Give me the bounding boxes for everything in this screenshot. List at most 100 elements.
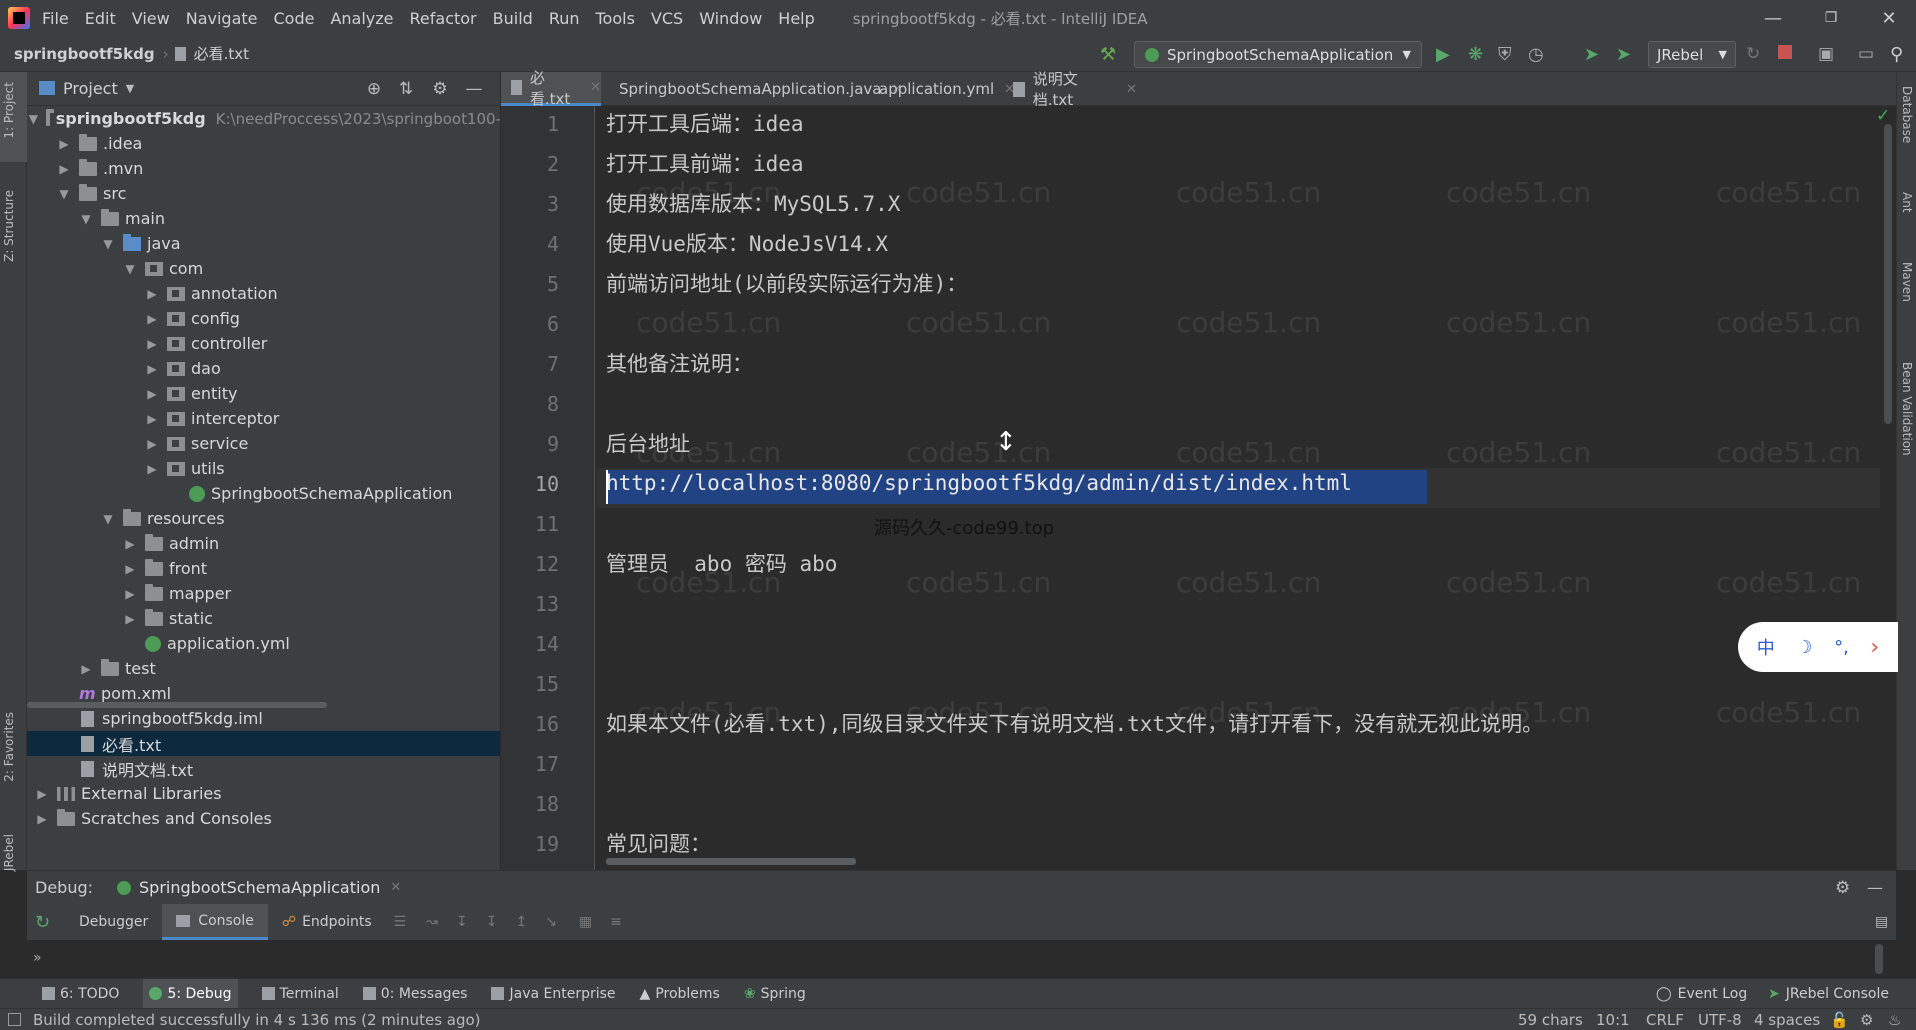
tree-item[interactable]: ▶ entity: [27, 381, 500, 406]
tree-item[interactable]: ▶ test: [27, 656, 500, 681]
menu-tools[interactable]: Tools: [596, 9, 635, 28]
gear-icon[interactable]: ⚙: [431, 80, 449, 98]
step-out-icon[interactable]: ↥: [515, 914, 527, 930]
collapsed-arrow-icon[interactable]: ▶: [35, 787, 49, 801]
tool-tab-project[interactable]: 1: Project: [2, 82, 16, 139]
locate-target-icon[interactable]: ⊕: [365, 80, 383, 98]
expanded-arrow-icon[interactable]: ▼: [57, 187, 71, 201]
tree-item[interactable]: ▼ java: [27, 231, 500, 256]
line-number[interactable]: 3: [501, 192, 559, 216]
run-to-cursor-icon[interactable]: ↘: [545, 914, 557, 930]
expanded-arrow-icon[interactable]: ▼: [101, 237, 115, 251]
close-tab-icon[interactable]: ✕: [1126, 82, 1137, 97]
tool-tab-problems[interactable]: ▲ Problems: [640, 986, 720, 1002]
editor-tab[interactable]: 说明文档.txt ✕: [1003, 70, 1137, 109]
debug-console-body[interactable]: »: [27, 940, 1896, 978]
tab-console[interactable]: Console: [162, 904, 268, 940]
collapsed-arrow-icon[interactable]: ▶: [145, 462, 159, 476]
menu-edit[interactable]: Edit: [85, 9, 116, 28]
line-number[interactable]: 14: [501, 632, 559, 656]
scrollbar-thumb[interactable]: [1884, 124, 1892, 424]
collapsed-arrow-icon[interactable]: ▶: [145, 387, 159, 401]
line-number[interactable]: 16: [501, 712, 559, 736]
collapsed-arrow-icon[interactable]: ▶: [123, 612, 137, 626]
collapsed-arrow-icon[interactable]: ▶: [123, 587, 137, 601]
line-number[interactable]: 9: [501, 432, 559, 456]
tool-tab-bean-validation[interactable]: Bean Validation: [1900, 362, 1914, 456]
breadcrumb-file[interactable]: 必看.txt: [194, 43, 249, 64]
editor-tab[interactable]: SpringbootSchemaApplication.java ✕: [601, 72, 902, 106]
line-number[interactable]: 6: [501, 312, 559, 336]
tree-item[interactable]: ▶ config: [27, 306, 500, 331]
line-number[interactable]: 19: [501, 832, 559, 856]
breadcrumb-project[interactable]: springbootf5kdg: [14, 45, 155, 63]
status-message[interactable]: Build completed successfully in 4 s 136 …: [33, 1011, 481, 1029]
trace-icon[interactable]: ≡: [610, 914, 622, 930]
layout-icon[interactable]: ▤: [1875, 914, 1888, 930]
line-number[interactable]: 5: [501, 272, 559, 296]
tab-debugger[interactable]: Debugger: [65, 904, 162, 940]
tree-item[interactable]: ▼ springbootf5kdg K:\needProccess\2023\spr…: [27, 106, 500, 131]
step-into-icon[interactable]: ↧: [486, 914, 498, 930]
status-caret-position[interactable]: 10:1: [1596, 1011, 1630, 1029]
presentation-icon[interactable]: ▭: [1858, 44, 1878, 64]
line-number[interactable]: 10: [501, 472, 559, 496]
jrebel-debug-icon[interactable]: ➤: [1616, 44, 1636, 65]
run-configuration-select[interactable]: SpringbootSchemaApplication ▼: [1134, 41, 1422, 68]
tool-tab-database[interactable]: Database: [1900, 86, 1914, 143]
menu-run[interactable]: Run: [549, 9, 580, 28]
tree-item[interactable]: ▶ Scratches and Consoles: [27, 806, 500, 831]
collapsed-arrow-icon[interactable]: ▶: [35, 812, 49, 826]
code-line[interactable]: 如果本文件(必看.txt),同级目录文件夹下有说明文档.txt文件，请打开看下，…: [606, 708, 1543, 738]
toggle-tool-windows-icon[interactable]: [8, 1013, 21, 1026]
tree-item[interactable]: SpringbootSchemaApplication: [27, 481, 500, 506]
ime-toolbar[interactable]: 中 ☽ °, ›: [1738, 622, 1898, 672]
tree-item[interactable]: ▼ src: [27, 181, 500, 206]
stop-icon[interactable]: [1778, 45, 1792, 59]
menu-vcs[interactable]: VCS: [651, 9, 683, 28]
line-number[interactable]: 8: [501, 392, 559, 416]
collapsed-arrow-icon[interactable]: ▶: [57, 137, 71, 151]
tree-item[interactable]: ▶ .mvn: [27, 156, 500, 181]
line-number[interactable]: 11: [501, 512, 559, 536]
code-line[interactable]: 前端访问地址(以前段实际运行为准)：: [606, 268, 967, 298]
horizontal-scrollbar[interactable]: [27, 702, 327, 708]
menu-navigate[interactable]: Navigate: [186, 9, 258, 28]
tool-tab-structure[interactable]: Z: Structure: [2, 190, 16, 262]
tree-item[interactable]: 说明文档.txt: [27, 756, 500, 781]
rerun-icon[interactable]: ↻: [35, 912, 55, 933]
tree-item[interactable]: ▶ controller: [27, 331, 500, 356]
code-line[interactable]: 使用数据库版本：MySQL5.7.X: [606, 188, 900, 218]
ime-language-toggle[interactable]: 中: [1757, 634, 1775, 660]
collapsed-arrow-icon[interactable]: ▶: [145, 312, 159, 326]
tree-item[interactable]: ▼ com: [27, 256, 500, 281]
code-line[interactable]: 打开工具后端：idea: [606, 108, 804, 138]
project-view-select[interactable]: Project: [63, 79, 118, 98]
collapsed-arrow-icon[interactable]: ▶: [79, 662, 93, 676]
tree-item[interactable]: ▶ front: [27, 556, 500, 581]
code-line[interactable]: 其他备注说明：: [606, 348, 753, 378]
notifications-icon[interactable]: ♨: [1888, 1011, 1901, 1029]
moon-icon[interactable]: ☽: [1796, 637, 1812, 658]
build-hammer-icon[interactable]: ⚒: [1100, 44, 1120, 65]
tool-tab-ant[interactable]: Ant: [1900, 192, 1914, 213]
project-structure-icon[interactable]: ▣: [1818, 44, 1838, 64]
jrebel-select[interactable]: JRebel ▼: [1648, 41, 1736, 68]
menu-code[interactable]: Code: [274, 9, 315, 28]
editor-content[interactable]: 打开工具后端：idea 打开工具前端：idea 使用数据库版本：MySQL5.7.X…: [596, 106, 1880, 870]
line-number[interactable]: 7: [501, 352, 559, 376]
editor-vertical-scrollbar[interactable]: [1880, 106, 1896, 870]
code-line[interactable]: http://localhost:8080/springbootf5kdg/ad…: [606, 471, 1352, 495]
line-number[interactable]: 2: [501, 152, 559, 176]
profile-icon[interactable]: ◷: [1528, 44, 1548, 65]
tree-item[interactable]: ▶ admin: [27, 531, 500, 556]
close-icon[interactable]: ✕: [390, 880, 401, 895]
punctuation-icon[interactable]: °,: [1834, 637, 1849, 658]
code-line[interactable]: 后台地址: [606, 428, 690, 458]
collapsed-arrow-icon[interactable]: ▶: [145, 287, 159, 301]
collapsed-arrow-icon[interactable]: ▶: [123, 562, 137, 576]
update-icon[interactable]: ↻: [1746, 44, 1766, 64]
tree-item[interactable]: ▶ service: [27, 431, 500, 456]
tool-tab-messages[interactable]: 0: Messages: [362, 986, 467, 1002]
line-number[interactable]: 15: [501, 672, 559, 696]
